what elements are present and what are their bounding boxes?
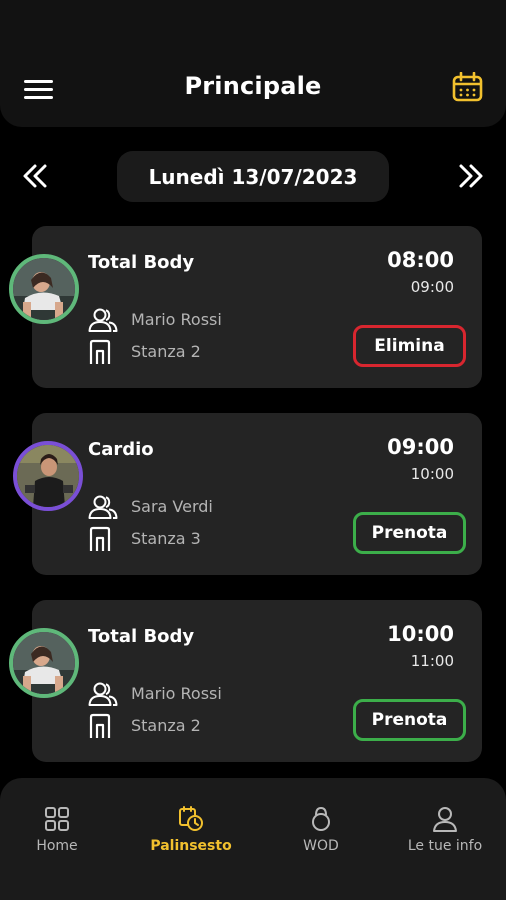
nav-item-home[interactable]: Home xyxy=(0,806,120,854)
trainer-name: Mario Rossi xyxy=(131,310,222,329)
nav-label: Le tue info xyxy=(407,838,483,854)
nav-label: WOD xyxy=(303,838,339,854)
class-start-time: 08:00 xyxy=(387,248,454,272)
book-button[interactable]: Prenota xyxy=(353,512,466,554)
schedule-icon xyxy=(179,806,203,831)
room-name: Stanza 3 xyxy=(131,529,201,548)
next-day-icon[interactable] xyxy=(458,163,484,189)
users-icon xyxy=(88,495,118,519)
class-card: Total Body 10:00 11:00 Mario Rossi Stanz… xyxy=(9,600,482,762)
instructor-avatar xyxy=(9,628,79,698)
nav-item-profile[interactable]: Le tue info xyxy=(382,806,506,854)
top-app-bar: Principale xyxy=(0,0,506,127)
class-start-time: 10:00 xyxy=(387,622,454,646)
current-date-label[interactable]: Lunedì 13/07/2023 xyxy=(117,151,389,202)
class-end-time: 10:00 xyxy=(410,465,454,483)
class-end-time: 11:00 xyxy=(410,652,454,670)
class-title: Cardio xyxy=(88,439,154,460)
delete-booking-button[interactable]: Elimina xyxy=(353,325,466,367)
users-icon xyxy=(88,308,118,332)
users-icon xyxy=(88,682,118,706)
class-start-time: 09:00 xyxy=(387,435,454,459)
kettlebell-icon xyxy=(312,806,330,831)
class-title: Total Body xyxy=(88,252,195,273)
instructor-avatar xyxy=(9,254,79,324)
nav-item-palinsesto[interactable]: Palinsesto xyxy=(128,806,254,854)
book-button[interactable]: Prenota xyxy=(353,699,466,741)
bottom-navigation: Home Palinsesto WOD Le tue info xyxy=(0,778,506,900)
instructor-avatar xyxy=(13,441,83,511)
class-end-time: 09:00 xyxy=(410,278,454,296)
room-name: Stanza 2 xyxy=(131,342,201,361)
calendar-icon[interactable] xyxy=(452,72,483,102)
class-card: Total Body 08:00 09:00 Mario Rossi Stanz… xyxy=(9,226,482,388)
page-title: Principale xyxy=(184,72,322,100)
room-name: Stanza 2 xyxy=(131,716,201,735)
previous-day-icon[interactable] xyxy=(22,163,48,189)
grid-icon xyxy=(45,807,69,831)
trainer-name: Sara Verdi xyxy=(131,497,213,516)
user-icon xyxy=(433,807,457,832)
trainer-name: Mario Rossi xyxy=(131,684,222,703)
class-card: Cardio 09:00 10:00 Sara Verdi Stanza 3 P… xyxy=(13,413,482,575)
nav-label: Home xyxy=(36,838,78,854)
door-icon xyxy=(89,713,111,738)
nav-item-wod[interactable]: WOD xyxy=(258,806,384,854)
door-icon xyxy=(89,339,111,364)
door-icon xyxy=(89,526,111,551)
class-title: Total Body xyxy=(88,626,195,647)
nav-label: Palinsesto xyxy=(150,838,232,854)
